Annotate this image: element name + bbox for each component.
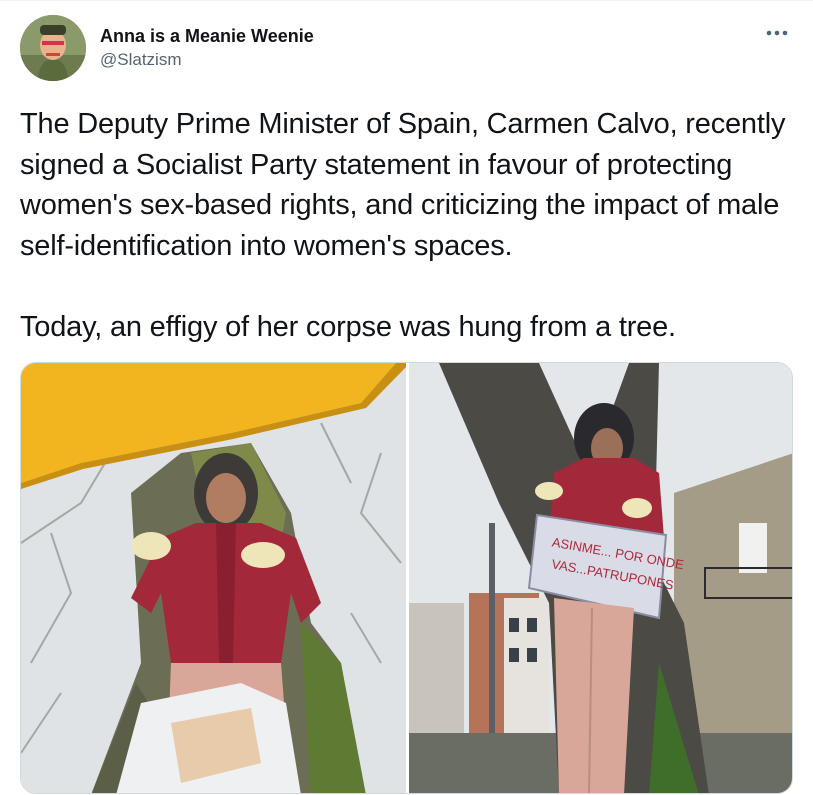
- avatar-icon: [20, 15, 86, 81]
- photo-effigy-umbrella-icon: [21, 363, 406, 793]
- display-name[interactable]: Anna is a Meanie Weenie: [100, 25, 314, 47]
- tweet-text: The Deputy Prime Minister of Spain, Carm…: [20, 108, 786, 343]
- handle[interactable]: @Slatzism: [100, 49, 314, 71]
- author-block: Anna is a Meanie Weenie @Slatzism: [100, 25, 314, 71]
- tweet-media: ASINME... POR ONDE VAS...PATRUPONES: [20, 362, 793, 794]
- more-button[interactable]: [763, 23, 791, 43]
- photo-left[interactable]: [21, 363, 406, 793]
- photo-effigy-sign-icon: ASINME... POR ONDE VAS...PATRUPONES: [409, 363, 792, 793]
- avatar[interactable]: [20, 15, 86, 81]
- more-horizontal-icon: [766, 30, 788, 36]
- tweet-header: Anna is a Meanie Weenie @Slatzism: [20, 15, 795, 83]
- photo-right[interactable]: ASINME... POR ONDE VAS...PATRUPONES: [409, 363, 792, 793]
- top-divider: [0, 0, 813, 1]
